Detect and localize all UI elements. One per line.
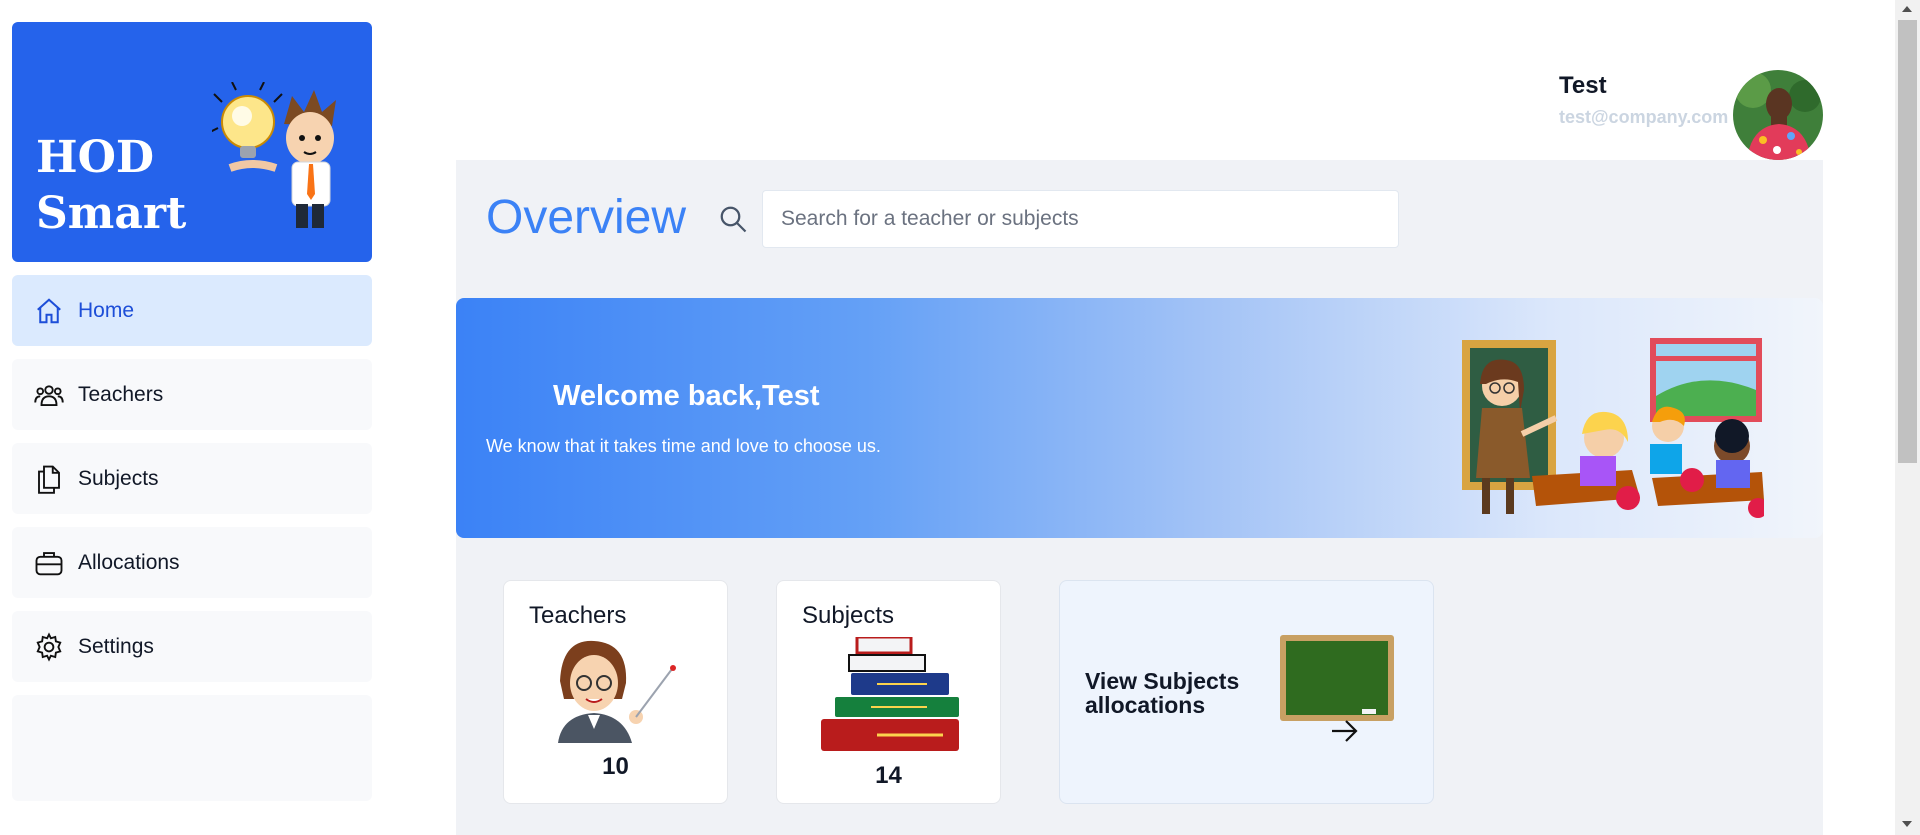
sidebar-item-home[interactable]: Home [12, 275, 372, 346]
briefcase-icon [32, 546, 66, 580]
user-email: test@company.com [1559, 107, 1729, 127]
sidebar-item-teachers[interactable]: Teachers [12, 359, 372, 430]
welcome-banner: Welcome back,Test We know that it takes … [456, 298, 1823, 538]
sidebar-item-label: Allocations [78, 550, 180, 574]
brand-title: HOD Smart [36, 130, 186, 242]
teachers-card[interactable]: Teachers 10 [503, 580, 728, 804]
page-scrollbar[interactable] [1895, 0, 1920, 835]
sidebar-item-label: Home [78, 298, 135, 322]
page-title: Overview [486, 191, 687, 244]
view-allocations-card[interactable]: View Subjects allocations [1059, 580, 1434, 804]
classroom-illustration [1462, 338, 1764, 518]
scroll-down-arrow-icon[interactable] [1902, 821, 1912, 827]
brand-logo[interactable]: HOD Smart [12, 22, 372, 262]
chalkboard-illustration [1280, 635, 1394, 721]
books-illustration [821, 637, 959, 751]
users-icon [32, 378, 66, 412]
sidebar-empty-slot [12, 695, 372, 801]
brand-title-line1: HOD [36, 132, 155, 183]
scroll-up-arrow-icon[interactable] [1902, 6, 1912, 12]
documents-icon [32, 462, 66, 496]
sidebar-item-label: Settings [78, 634, 154, 658]
home-icon [32, 294, 66, 328]
card-title: View Subjects allocations [1085, 668, 1240, 718]
search-icon[interactable] [718, 204, 748, 234]
teachers-count: 10 [602, 753, 629, 780]
idea-mascot-illustration [212, 82, 336, 228]
sidebar: HOD Smart Home Teachers Subjects Allocat… [12, 22, 372, 801]
main-content: Overview Search for a teacher or subject… [456, 160, 1823, 835]
sidebar-item-label: Subjects [78, 466, 159, 490]
sidebar-item-allocations[interactable]: Allocations [12, 527, 372, 598]
welcome-subtext: We know that it takes time and love to c… [486, 436, 881, 456]
scroll-thumb[interactable] [1898, 20, 1917, 463]
brand-title-line2: Smart [36, 188, 187, 239]
card-title: Subjects [802, 602, 895, 629]
welcome-heading: Welcome back,Test [553, 380, 820, 412]
subjects-count: 14 [875, 762, 902, 789]
search-input[interactable]: Search for a teacher or subjects [762, 190, 1399, 248]
arrow-right-icon[interactable] [1330, 719, 1360, 743]
teacher-illustration [558, 640, 676, 743]
gear-icon [32, 630, 66, 664]
subjects-card[interactable]: Subjects 14 [776, 580, 1001, 804]
avatar[interactable] [1733, 70, 1823, 160]
sidebar-item-subjects[interactable]: Subjects [12, 443, 372, 514]
user-name: Test [1559, 72, 1607, 99]
sidebar-item-label: Teachers [78, 382, 164, 406]
avatar-photo [1733, 70, 1823, 160]
sidebar-item-settings[interactable]: Settings [12, 611, 372, 682]
card-title: Teachers [529, 602, 627, 629]
